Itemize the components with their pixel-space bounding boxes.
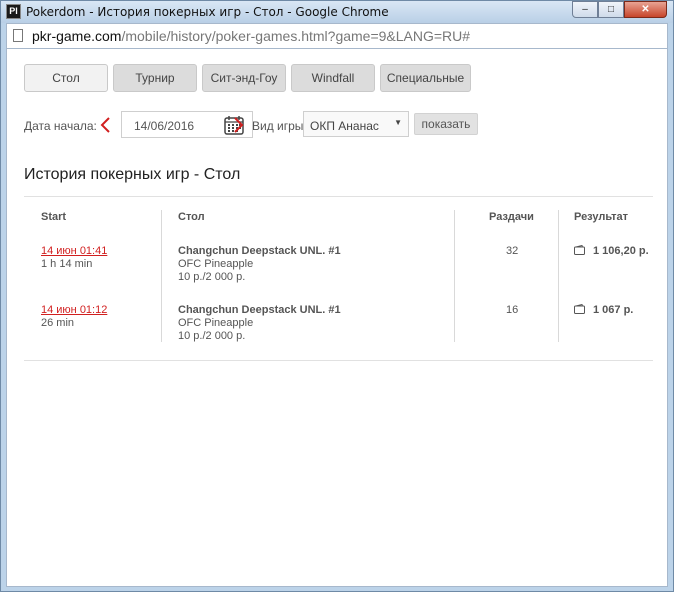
game-type-select[interactable]: ОКП Ананас ▼ xyxy=(303,111,409,137)
wallet-icon xyxy=(574,304,585,314)
url-path: /mobile/history/poker-games.html?game=9&… xyxy=(121,28,471,44)
pokerdom-app-icon: Pl xyxy=(6,4,21,19)
prev-date-icon[interactable] xyxy=(98,115,114,135)
header-result: Результат xyxy=(574,211,629,223)
game-start-link[interactable]: 14 июн 01:12 xyxy=(41,304,107,316)
column-divider xyxy=(454,210,455,342)
table-row: 14 июн 01:12 26 min xyxy=(41,304,107,330)
column-divider xyxy=(558,210,559,342)
page-content: Стол Турнир Сит-энд-Гоу Windfall Специал… xyxy=(6,49,668,587)
chevron-down-icon: ▼ xyxy=(394,118,402,127)
game-stakes: 10 р./2 000 р. xyxy=(178,330,246,342)
start-date-label: Дата начала: xyxy=(24,119,97,133)
tab-tournament[interactable]: Турнир xyxy=(113,64,197,92)
tab-windfall[interactable]: Windfall xyxy=(291,64,375,92)
table-row: 14 июн 01:41 1 h 14 min xyxy=(41,245,107,271)
header-table: Стол xyxy=(178,211,205,223)
wallet-icon xyxy=(574,245,585,255)
game-variant: OFC Pineapple xyxy=(178,317,254,329)
heading-divider xyxy=(24,196,653,197)
game-result: 1 067 р. xyxy=(593,304,634,316)
game-type-tabs: Стол Турнир Сит-энд-Гоу Windfall Специал… xyxy=(24,64,476,92)
window-title: Pokerdom - История покерных игр - Стол -… xyxy=(26,5,389,19)
address-bar[interactable]: pkr-game.com/mobile/history/poker-games.… xyxy=(6,23,668,49)
tab-sit-and-go[interactable]: Сит-энд-Гоу xyxy=(202,64,286,92)
table-name: Changchun Deepstack UNL. #1 xyxy=(178,245,341,257)
url-text[interactable]: pkr-game.com/mobile/history/poker-games.… xyxy=(32,28,470,44)
game-stakes: 10 р./2 000 р. xyxy=(178,271,246,283)
header-hands: Раздачи xyxy=(489,211,534,223)
game-type-label: Вид игры: xyxy=(252,119,307,133)
tab-special[interactable]: Специальные xyxy=(380,64,471,92)
page-title: История покерных игр - Стол xyxy=(24,166,241,183)
game-variant: OFC Pineapple xyxy=(178,258,254,270)
game-duration: 1 h 14 min xyxy=(41,258,93,270)
close-button[interactable]: ✕ xyxy=(624,1,667,18)
start-date-value: 14/06/2016 xyxy=(134,119,195,133)
window-controls: – □ ✕ xyxy=(572,1,667,18)
table-name: Changchun Deepstack UNL. #1 xyxy=(178,304,341,316)
page-icon xyxy=(13,29,23,42)
game-start-link[interactable]: 14 июн 01:41 xyxy=(41,245,107,257)
show-button[interactable]: показать xyxy=(414,113,478,135)
next-date-icon[interactable] xyxy=(230,115,246,135)
minimize-button[interactable]: – xyxy=(572,1,598,18)
filters-row: Дата начала: 14/06/2016 Вид игры: ОКП Ан… xyxy=(24,111,664,139)
game-duration: 26 min xyxy=(41,317,75,329)
url-domain: pkr-game.com xyxy=(32,28,122,44)
column-divider xyxy=(161,210,162,342)
header-start: Start xyxy=(41,211,67,223)
title-bar[interactable]: Pl Pokerdom - История покерных игр - Сто… xyxy=(1,1,673,23)
table-bottom-divider xyxy=(24,360,653,361)
table-info: Changchun Deepstack UNL. #1 OFC Pineappl… xyxy=(178,304,341,343)
maximize-button[interactable]: □ xyxy=(598,1,624,18)
hands-count: 32 xyxy=(506,245,519,257)
browser-window: Pl Pokerdom - История покерных игр - Сто… xyxy=(0,0,674,592)
hands-count: 16 xyxy=(506,304,519,316)
table-info: Changchun Deepstack UNL. #1 OFC Pineappl… xyxy=(178,245,341,284)
game-result: 1 106,20 р. xyxy=(593,245,649,257)
game-type-value: ОКП Ананас xyxy=(310,119,379,133)
tab-table[interactable]: Стол xyxy=(24,64,108,92)
